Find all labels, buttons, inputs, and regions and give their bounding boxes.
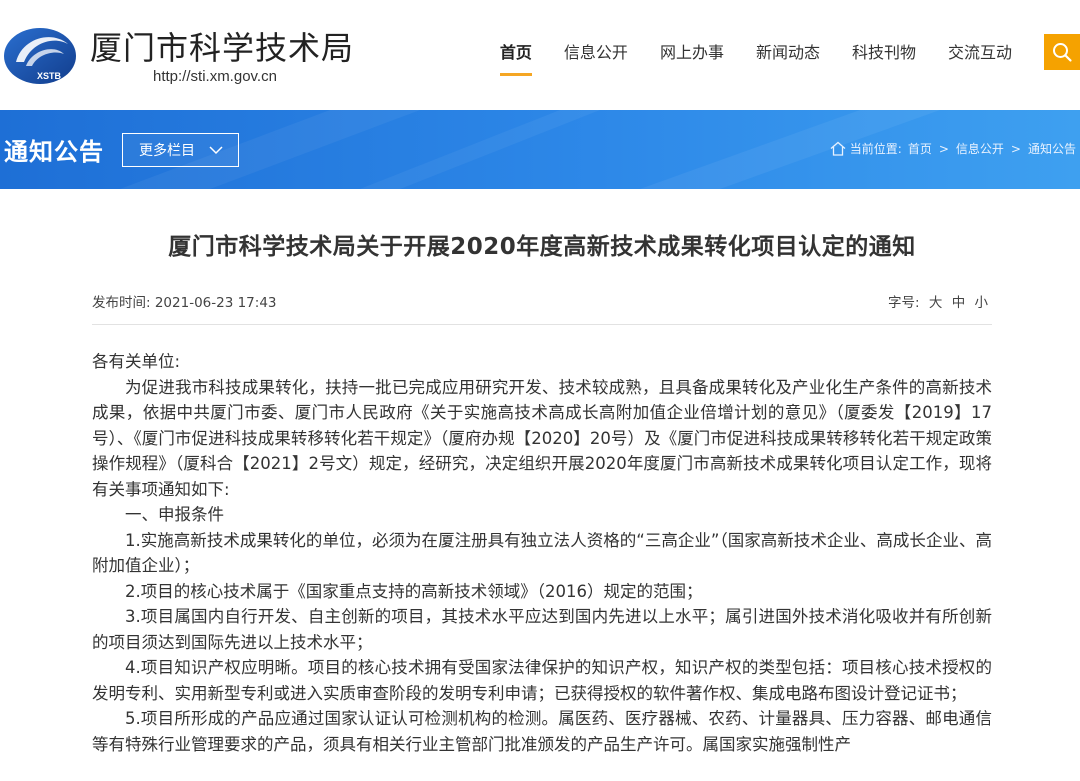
site-header: XSTB 厦门市科学技术局 http://sti.xm.gov.cn 首页 信息…	[0, 0, 1080, 110]
paragraph: 1.实施高新技术成果转化的单位，必须为在厦注册具有独立法人资格的“三高企业”（国…	[92, 530, 992, 576]
breadcrumb-prefix: 当前位置:	[849, 142, 902, 156]
nav-item-info-disclosure[interactable]: 信息公开	[548, 40, 644, 70]
logo-icon: XSTB	[4, 28, 76, 84]
svg-text:XSTB: XSTB	[37, 71, 62, 81]
paragraph: 3.项目属国内自行开发、自主创新的项目，其技术水平应达到国内先进以上水平；属引进…	[92, 607, 992, 652]
home-icon	[830, 141, 846, 156]
more-columns-label: 更多栏目	[139, 143, 195, 159]
paragraph: 5.项目所形成的产品应通过国家认证认可检测机构的检测。属医药、医疗器械、农药、计…	[92, 709, 992, 754]
search-button[interactable]	[1044, 34, 1080, 70]
breadcrumb-info-disclosure[interactable]: 信息公开	[956, 140, 1004, 157]
article-title: 厦门市科学技术局关于开展2020年度高新技术成果转化项目认定的通知	[168, 234, 916, 260]
site-url[interactable]: http://sti.xm.gov.cn	[153, 68, 277, 85]
breadcrumb-separator: >	[938, 141, 949, 156]
paragraph: 为促进我市科技成果转化，扶持一批已完成应用研究开发、技术较成熟，且具备成果转化及…	[92, 377, 992, 499]
main-nav: 首页 信息公开 网上办事 新闻动态 科技刊物 交流互动	[484, 40, 1028, 76]
font-size-medium[interactable]: 中	[952, 295, 966, 311]
publish-time: 发布时间: 2021-06-23 17:43	[92, 295, 277, 311]
section-heading: 一、申报条件	[125, 505, 224, 524]
breadcrumb-separator: >	[1010, 141, 1021, 156]
font-size-large[interactable]: 大	[929, 295, 943, 311]
site-title: 厦门市科学技术局	[90, 29, 355, 67]
section-banner: 通知公告 更多栏目 当前位置: 首页 > 信息公开 > 通知公告	[0, 110, 1080, 189]
nav-item-interaction[interactable]: 交流互动	[932, 40, 1028, 70]
breadcrumb-notices[interactable]: 通知公告	[1028, 140, 1076, 157]
font-size-label: 字号:	[888, 295, 920, 311]
meta-divider	[92, 324, 992, 325]
article: 厦门市科学技术局关于开展2020年度高新技术成果转化项目认定的通知 发布时间: …	[92, 189, 992, 757]
nav-item-publications[interactable]: 科技刊物	[836, 40, 932, 70]
chevron-down-icon	[209, 145, 223, 155]
nav-item-news[interactable]: 新闻动态	[740, 40, 836, 70]
nav-item-online-services[interactable]: 网上办事	[644, 40, 740, 70]
article-meta: 发布时间: 2021-06-23 17:43 字号: 大 中 小	[92, 291, 992, 317]
breadcrumb: 当前位置: 首页 > 信息公开 > 通知公告	[830, 140, 1076, 157]
font-size-switcher: 字号: 大 中 小	[888, 291, 988, 311]
section-title: 通知公告	[4, 138, 104, 166]
paragraph: 4.项目知识产权应明晰。项目的核心技术拥有受国家法律保护的知识产权，知识产权的类…	[92, 658, 992, 703]
paragraph: 2.项目的核心技术属于《国家重点支持的高新技术领域》（2016）规定的范围；	[125, 581, 703, 601]
site-logo[interactable]: XSTB	[2, 22, 80, 88]
search-icon	[1053, 43, 1072, 62]
paragraph-salutation: 各有关单位:	[92, 352, 181, 371]
article-body: 各有关单位: 为促进我市科技成果转化，扶持一批已完成应用研究开发、技术较成熟，且…	[92, 349, 992, 757]
more-columns-dropdown[interactable]: 更多栏目	[122, 133, 239, 167]
font-size-small[interactable]: 小	[975, 295, 989, 311]
breadcrumb-home[interactable]: 首页	[908, 140, 932, 157]
nav-item-home[interactable]: 首页	[484, 40, 548, 76]
